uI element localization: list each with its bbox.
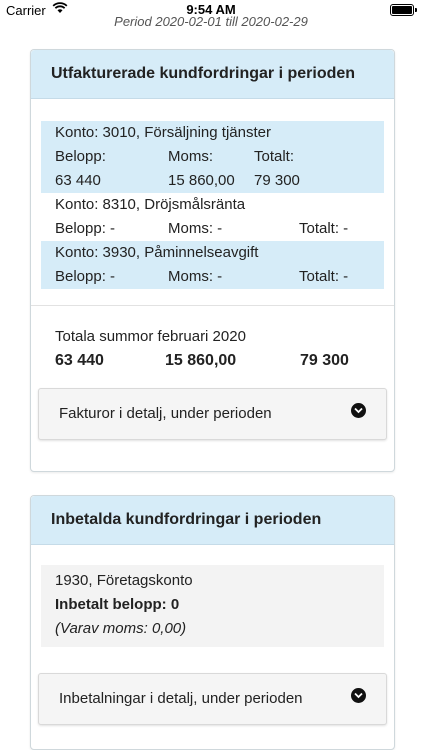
belopp-label: Belopp: - xyxy=(55,220,116,237)
totalt-label: Totalt: - xyxy=(299,268,349,285)
payment-details-label: Inbetalningar i detalj, under perioden xyxy=(59,690,303,707)
total-totalt: 79 300 xyxy=(300,352,349,369)
payment-summary: 1930, Företagskonto Inbetalt belopp: 0 (… xyxy=(41,565,384,647)
paid-card-title: Inbetalda kundfordringar i perioden xyxy=(31,496,394,545)
account-row-3010-values: 63 440 15 860,00 79 300 xyxy=(41,169,384,193)
account-row-3010-labels: Belopp: Moms: Totalt: xyxy=(41,145,384,169)
belopp-label: Belopp: xyxy=(55,148,106,165)
account-label: Konto: 3930, Påminnelseavgift xyxy=(55,244,259,261)
account-label: Konto: 3010, Försäljning tjänster xyxy=(55,124,271,141)
total-moms: 15 860,00 xyxy=(165,352,237,369)
account-list: Konto: 3010, Försäljning tjänster Belopp… xyxy=(41,121,384,289)
moms-value: 15 860,00 xyxy=(168,172,235,189)
account-row-3930-values: Belopp: - Moms: - Totalt: - xyxy=(41,265,384,289)
invoiced-receivables-card: Utfakturerade kundfordringar i perioden … xyxy=(30,49,395,472)
invoice-details-toggle[interactable]: Fakturor i detalj, under perioden xyxy=(38,388,387,440)
account-row-8310-values: Belopp: - Moms: - Totalt: - xyxy=(41,217,384,241)
totalt-label: Totalt: xyxy=(254,148,295,165)
account-row-3010: Konto: 3010, Försäljning tjänster xyxy=(41,121,384,145)
totals-title: Totala summor februari 2020 xyxy=(55,328,246,345)
account-label: Konto: 8310, Dröjsmålsränta xyxy=(55,196,246,213)
total-belopp: 63 440 xyxy=(55,352,104,369)
payment-account: 1930, Företagskonto xyxy=(55,572,193,589)
payment-details-toggle[interactable]: Inbetalningar i detalj, under perioden xyxy=(38,673,387,725)
account-row-8310: Konto: 8310, Dröjsmålsränta xyxy=(41,193,384,217)
moms-label: Moms: xyxy=(168,148,213,165)
belopp-label: Belopp: - xyxy=(55,268,116,285)
totalt-value: 79 300 xyxy=(254,172,300,189)
paid-vat-note: (Varav moms: 0,00) xyxy=(55,620,187,637)
period-range: Period 2020-02-01 till 2020-02-29 xyxy=(114,14,308,29)
account-row-3930: Konto: 3930, Påminnelseavgift xyxy=(41,241,384,265)
moms-label: Moms: - xyxy=(168,220,223,237)
chevron-down-icon xyxy=(351,688,366,703)
belopp-value: 63 440 xyxy=(55,172,101,189)
totals-section: Totala summor februari 2020 63 440 15 86… xyxy=(31,306,394,374)
invoiced-card-title: Utfakturerade kundfordringar i perioden xyxy=(31,50,394,99)
chevron-down-icon xyxy=(351,403,366,418)
moms-label: Moms: - xyxy=(168,268,223,285)
totalt-label: Totalt: - xyxy=(299,220,349,237)
totals-values: 63 440 15 860,00 79 300 xyxy=(55,348,370,374)
invoice-details-label: Fakturor i detalj, under perioden xyxy=(59,405,272,422)
paid-amount: Inbetalt belopp: 0 xyxy=(55,596,180,613)
paid-receivables-card: Inbetalda kundfordringar i perioden 1930… xyxy=(30,495,395,750)
